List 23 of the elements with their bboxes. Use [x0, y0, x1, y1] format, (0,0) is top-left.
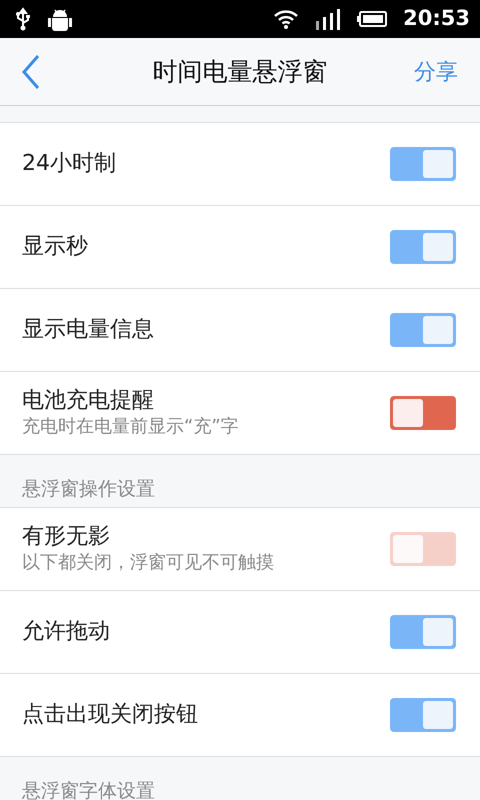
- setting-description: 充电时在电量前显示“充”字: [22, 414, 239, 438]
- setting-label: 显示秒: [22, 234, 88, 260]
- setting-description: 以下都关闭，浮窗可见不可触摸: [22, 550, 274, 574]
- usb-icon: [14, 7, 32, 31]
- setting-label: 点击出现关闭按钮: [22, 702, 198, 728]
- wifi-icon: [273, 8, 300, 30]
- toggle-switch[interactable]: [390, 698, 456, 732]
- toggle-switch[interactable]: [390, 396, 456, 430]
- share-button[interactable]: 分享: [414, 56, 458, 89]
- toggle-switch[interactable]: [390, 230, 456, 264]
- battery-icon: [357, 11, 388, 27]
- setting-label: 电池充电提醒: [22, 388, 155, 414]
- setting-label: 显示电量信息: [22, 316, 154, 344]
- signal-icon: [315, 8, 342, 30]
- toggle-switch[interactable]: [390, 615, 456, 649]
- setting-label: 有形无影: [22, 524, 111, 550]
- status-time: 20:53: [403, 5, 470, 32]
- setting-label: 24小时制: [22, 150, 116, 178]
- toggle-switch[interactable]: [390, 147, 456, 181]
- toggle-switch[interactable]: [390, 313, 456, 347]
- screen-title: 时间电量悬浮窗: [152, 56, 328, 88]
- setting-label: 允许拖动: [22, 618, 110, 646]
- section-header: 悬浮窗字体设置: [0, 757, 480, 800]
